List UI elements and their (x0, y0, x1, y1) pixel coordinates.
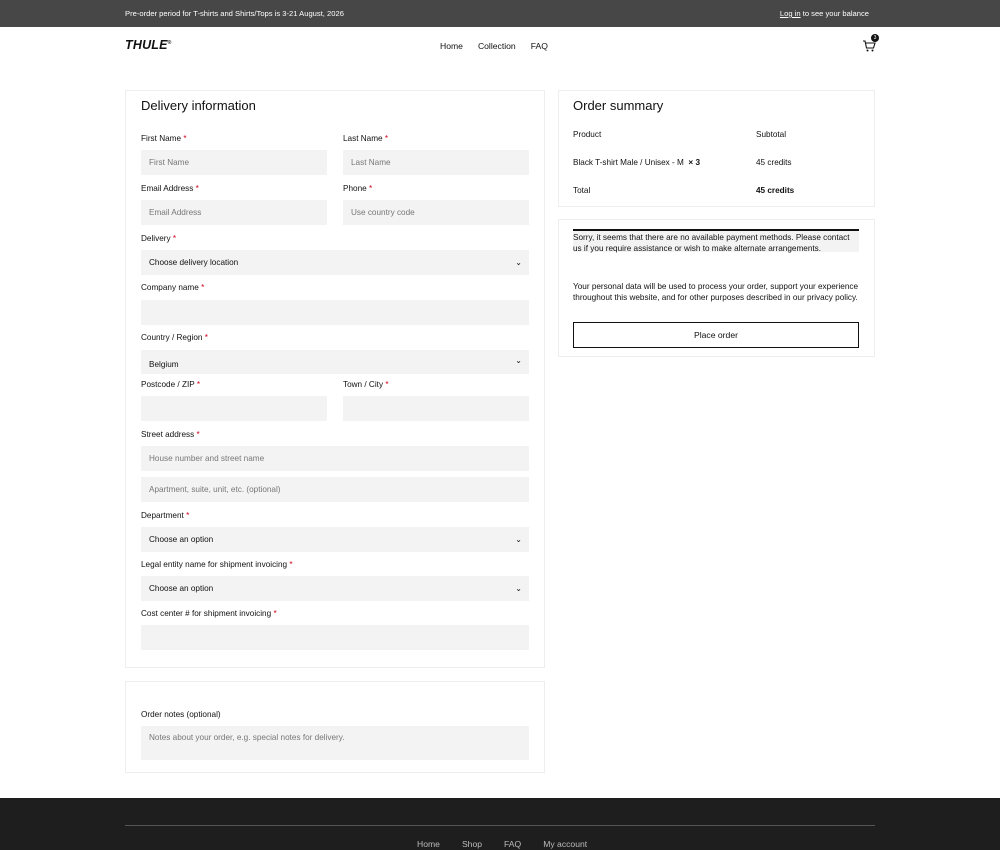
postcode-input[interactable] (141, 396, 327, 421)
preorder-notice: Pre-order period for T-shirts and Shirts… (125, 9, 344, 18)
footer-nav: Home Shop FAQ My account (417, 839, 587, 849)
main-nav: Home Collection FAQ (440, 41, 548, 51)
line-item-qty: × 3 (688, 158, 701, 167)
order-notes-label: Order notes (optional) (141, 710, 221, 719)
cart-count-badge: 3 (871, 34, 879, 42)
footer-link-shop[interactable]: Shop (462, 839, 482, 849)
footer-link-home[interactable]: Home (417, 839, 440, 849)
cost-center-label: Cost center # for shipment invoicing * (141, 609, 277, 618)
nav-faq[interactable]: FAQ (531, 41, 548, 51)
no-payment-methods-notice: Sorry, it seems that there are no availa… (573, 229, 859, 253)
phone-label: Phone * (343, 184, 373, 193)
cost-center-input[interactable] (141, 625, 529, 650)
column-subtotal: Subtotal (756, 130, 787, 139)
country-label: Country / Region * (141, 333, 208, 342)
chevron-down-icon: ⌄ (515, 535, 522, 544)
nav-collection[interactable]: Collection (478, 41, 516, 51)
delivery-location-select[interactable]: Choose delivery location ⌄ (141, 250, 529, 275)
town-input[interactable] (343, 396, 529, 421)
nav-home[interactable]: Home (440, 41, 463, 51)
first-name-label: First Name * (141, 134, 187, 143)
footer-divider (125, 825, 875, 826)
order-summary-title: Order summary (573, 98, 664, 113)
email-input[interactable]: Email Address (141, 200, 327, 225)
country-select[interactable]: Belgium ⌄ (141, 350, 529, 374)
postcode-label: Postcode / ZIP * (141, 380, 201, 389)
place-order-button[interactable]: Place order (573, 322, 859, 348)
line-item: Black T-shirt Male / Unisex - M × 3 (573, 158, 700, 167)
company-label: Company name * (141, 283, 205, 292)
line-item-subtotal: 45 credits (756, 158, 792, 167)
delivery-label: Delivery * (141, 234, 177, 243)
site-header: THULE® Home Collection FAQ 3 (0, 27, 1000, 65)
footer-link-faq[interactable]: FAQ (504, 839, 521, 849)
last-name-input[interactable]: Last Name (343, 150, 529, 175)
first-name-input[interactable]: First Name (141, 150, 327, 175)
total-label: Total (573, 186, 591, 195)
announcement-bar: Pre-order period for T-shirts and Shirts… (0, 0, 1000, 27)
site-footer: Home Shop FAQ My account (0, 798, 1000, 850)
town-label: Town / City * (343, 380, 389, 389)
street-address-2-input[interactable]: Apartment, suite, unit, etc. (optional) (141, 477, 529, 502)
department-label: Department * (141, 511, 190, 520)
column-product: Product (573, 130, 602, 139)
company-input[interactable] (141, 300, 529, 325)
department-select[interactable]: Choose an option ⌄ (141, 527, 529, 552)
logo[interactable]: THULE® (125, 38, 172, 52)
last-name-label: Last Name * (343, 134, 389, 143)
login-link[interactable]: Log in (780, 9, 801, 18)
chevron-down-icon: ⌄ (515, 258, 522, 267)
line-item-name: Black T-shirt Male / Unisex - M (573, 158, 684, 167)
login-prompt: Log in to see your balance (780, 9, 869, 18)
phone-input[interactable]: Use country code (343, 200, 529, 225)
chevron-down-icon: ⌄ (515, 356, 522, 365)
legal-entity-select[interactable]: Choose an option ⌄ (141, 576, 529, 601)
email-label: Email Address * (141, 184, 199, 193)
street-address-input[interactable]: House number and street name (141, 446, 529, 471)
total-value: 45 credits (756, 186, 795, 195)
footer-link-account[interactable]: My account (543, 839, 587, 849)
privacy-notice: Your personal data will be used to proce… (573, 282, 859, 302)
order-notes-textarea[interactable]: Notes about your order, e.g. special not… (141, 726, 529, 760)
legal-entity-label: Legal entity name for shipment invoicing… (141, 560, 293, 569)
login-suffix: to see your balance (800, 9, 869, 18)
street-label: Street address * (141, 430, 200, 439)
delivery-title: Delivery information (141, 98, 256, 113)
chevron-down-icon: ⌄ (515, 584, 522, 593)
